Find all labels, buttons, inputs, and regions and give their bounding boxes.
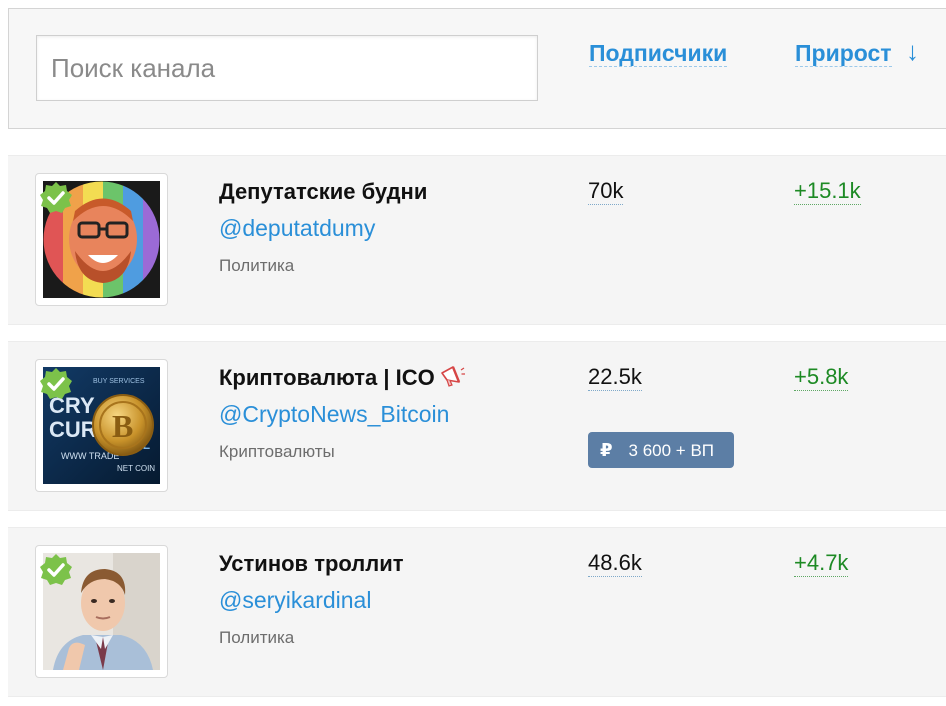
svg-text:NET COIN: NET COIN (117, 464, 155, 473)
channel-title[interactable]: Устинов троллит (219, 550, 404, 578)
channel-title-text: Криптовалюта | ICO (219, 365, 435, 390)
verified-badge-icon (40, 368, 72, 399)
channel-handle-link[interactable]: @deputatdumy (219, 214, 375, 242)
growth-count: +15.1k (794, 178, 861, 205)
channel-category: Криптовалюты (219, 442, 335, 461)
verified-badge-icon (40, 554, 72, 585)
megaphone-icon (440, 366, 465, 387)
channel-avatar-frame[interactable] (35, 545, 168, 678)
channel-category: Политика (219, 256, 295, 275)
subscribers-count: 22.5k (588, 364, 642, 391)
channel-row[interactable]: Устинов троллит @seryikardinal Политика … (8, 527, 946, 697)
channel-list-header: Подписчики Прирост ↓ (8, 8, 946, 129)
ad-price-button[interactable]: ₽3 600 + ВП (588, 432, 734, 468)
channel-title[interactable]: Депутатские будни (219, 178, 427, 206)
subscribers-count: 48.6k (588, 550, 642, 577)
channel-avatar-frame[interactable]: CRY CUR DIGITAL WWW TRADE NET COIN BUY S… (35, 359, 168, 492)
channel-category: Политика (219, 628, 295, 647)
svg-text:CUR: CUR (49, 417, 97, 442)
sort-arrow-down-icon[interactable]: ↓ (906, 38, 919, 64)
ruble-icon: ₽ (600, 440, 613, 460)
search-input[interactable] (36, 35, 538, 101)
verified-badge-icon (40, 182, 72, 213)
channel-handle-link[interactable]: @CryptoNews_Bitcoin (219, 400, 449, 428)
channel-avatar-frame[interactable] (35, 173, 168, 306)
channel-title[interactable]: Криптовалюта | ICO (219, 364, 465, 392)
ad-price-text: 3 600 + ВП (628, 441, 715, 460)
sort-by-growth-link[interactable]: Прирост (795, 40, 892, 67)
channel-handle-link[interactable]: @seryikardinal (219, 586, 371, 614)
sort-by-subscribers-link[interactable]: Подписчики (589, 40, 728, 67)
svg-text:B: B (112, 408, 133, 444)
svg-text:BUY SERVICES: BUY SERVICES (93, 378, 145, 385)
growth-count: +5.8k (794, 364, 849, 391)
channel-row[interactable]: CRY CUR DIGITAL WWW TRADE NET COIN BUY S… (8, 341, 946, 511)
growth-count: +4.7k (794, 550, 849, 577)
subscribers-count: 70k (588, 178, 624, 205)
channel-row[interactable]: Депутатские будни @deputatdumy Политика … (8, 155, 946, 325)
